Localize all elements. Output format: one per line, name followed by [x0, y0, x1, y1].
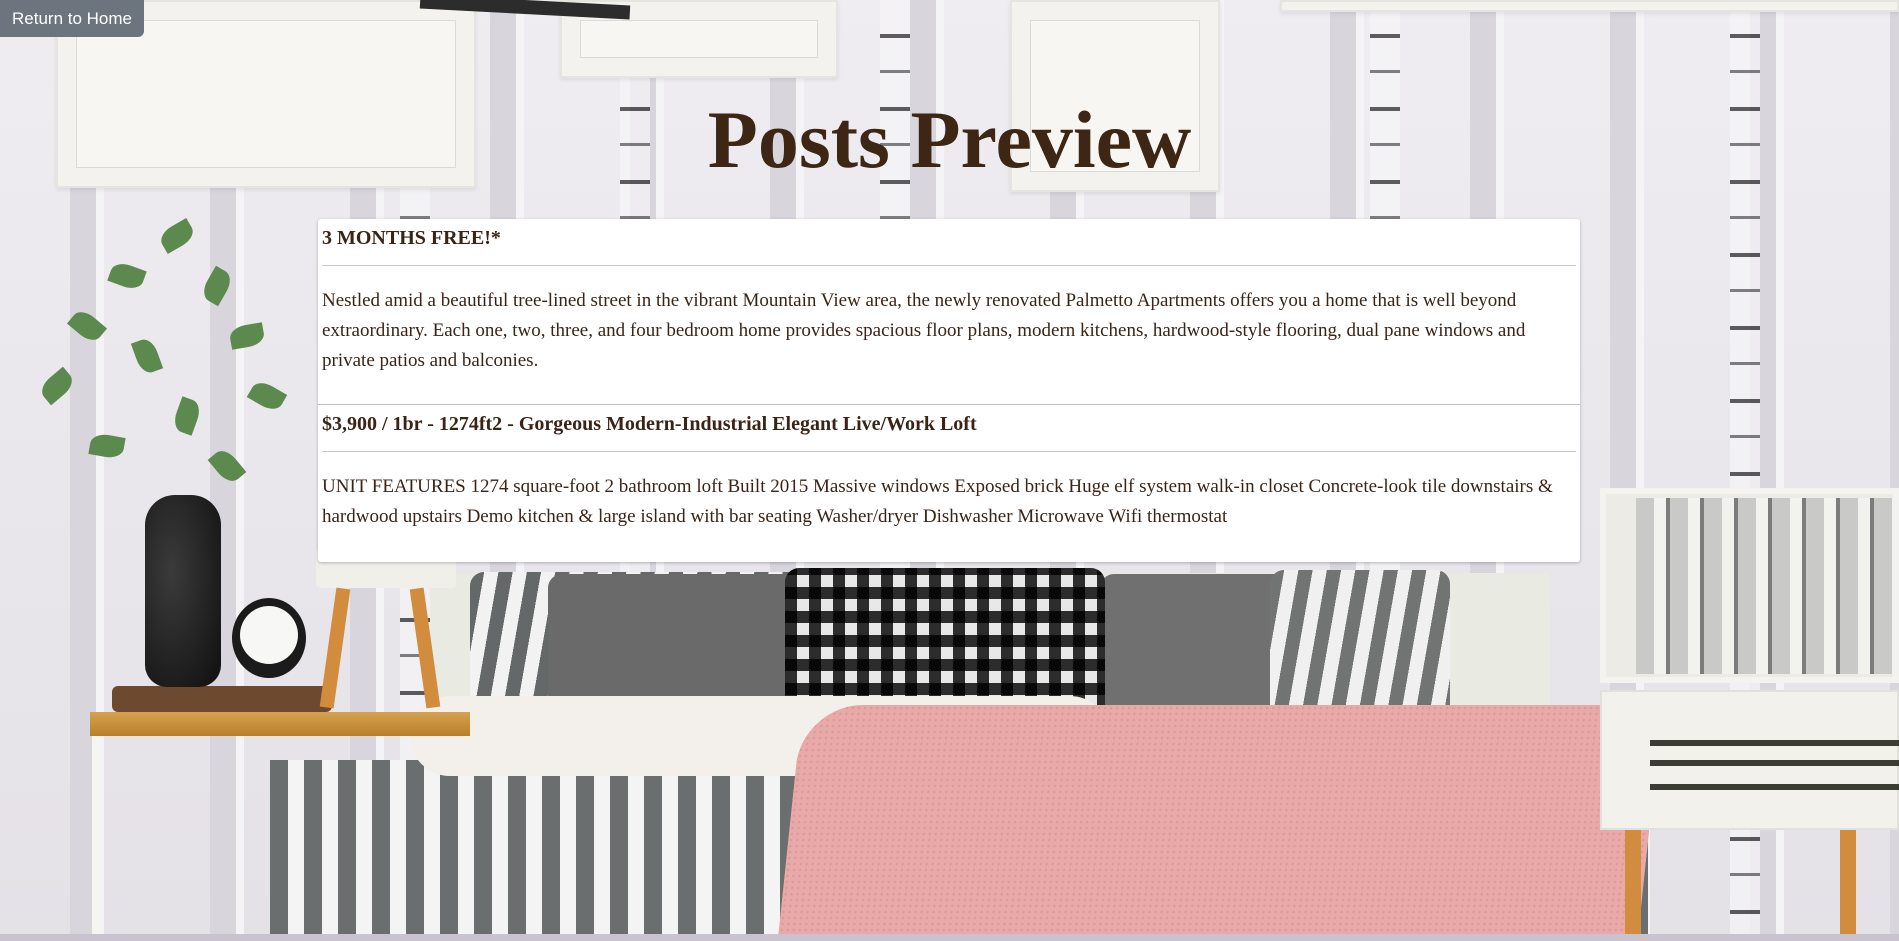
pink-blanket: [777, 705, 1663, 941]
cabinet-glass: [1636, 498, 1899, 674]
plant-leaves: [10, 215, 310, 515]
black-vase: [145, 495, 221, 687]
wall-frame: [1280, 0, 1899, 12]
drawer-line: [1650, 784, 1899, 790]
wood-slab: [112, 686, 332, 712]
post-body: UNIT FEATURES 1274 square-foot 2 bathroo…: [322, 476, 1553, 527]
return-home-button[interactable]: Return to Home: [0, 0, 144, 37]
post-title: 3 MONTHS FREE!*: [322, 225, 1576, 266]
nightstand-leg: [1840, 830, 1856, 941]
drawer-line: [1650, 740, 1899, 746]
post-body: Nestled amid a beautiful tree-lined stre…: [322, 290, 1526, 371]
alarm-clock: [232, 598, 306, 678]
nightstand-leg: [1625, 830, 1641, 941]
page-title: Posts Preview: [707, 94, 1192, 185]
bottom-strip: [0, 934, 1899, 941]
drawer-line: [1650, 760, 1899, 766]
post-card: $3,900 / 1br - 1274ft2 - Gorgeous Modern…: [318, 405, 1580, 562]
side-table-leg: [92, 736, 100, 941]
post-title: $3,900 / 1br - 1274ft2 - Gorgeous Modern…: [322, 411, 1576, 452]
posts-list: 3 MONTHS FREE!* Nestled amid a beautiful…: [318, 219, 1580, 562]
side-table: [90, 712, 470, 736]
post-card: 3 MONTHS FREE!* Nestled amid a beautiful…: [318, 219, 1580, 405]
